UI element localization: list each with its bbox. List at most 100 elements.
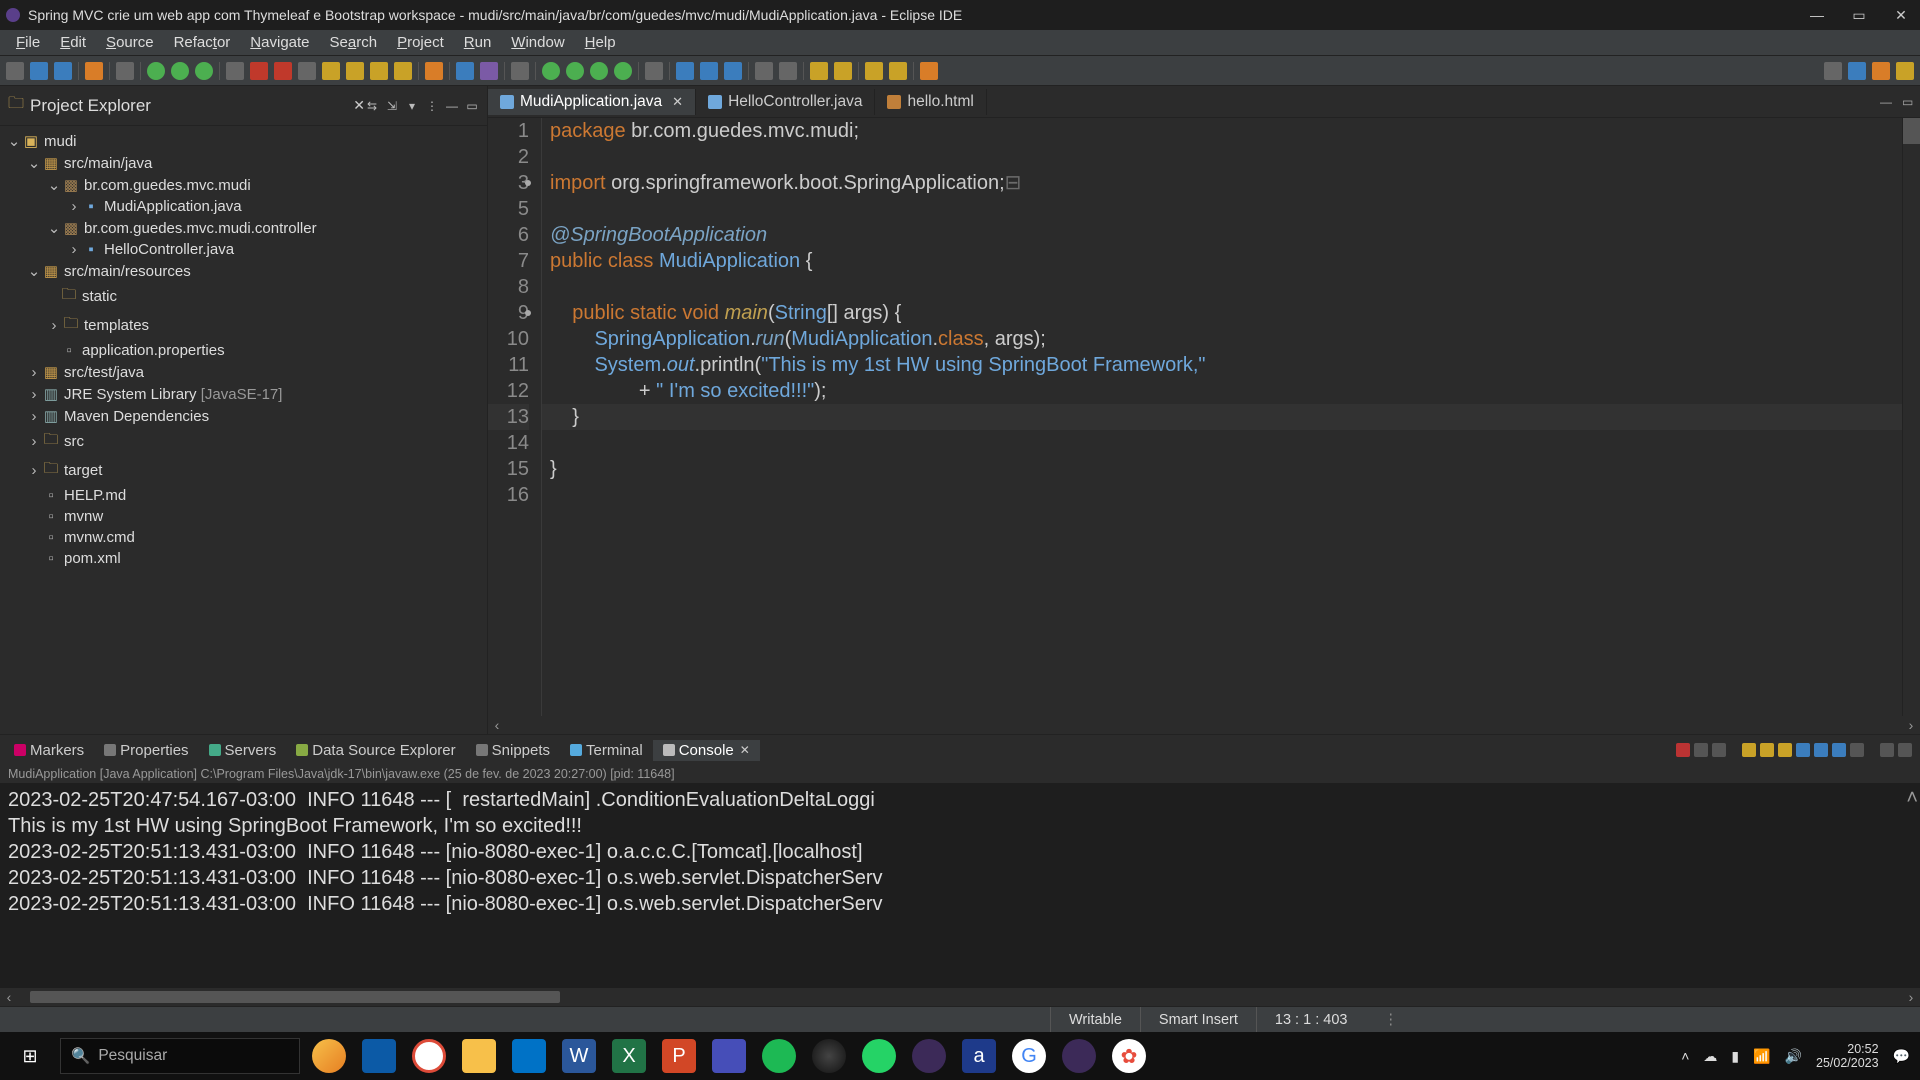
start-button[interactable]: ⊞	[0, 1046, 60, 1067]
save-all-icon[interactable]	[54, 62, 72, 80]
taskbar-app-word[interactable]: W	[562, 1039, 596, 1073]
tree-maven[interactable]: Maven Dependencies	[64, 408, 209, 425]
taskbar-app-obs[interactable]	[812, 1039, 846, 1073]
fold-marker-icon[interactable]	[525, 310, 531, 316]
remove-launch-icon[interactable]	[1694, 743, 1708, 757]
tray-wifi-icon[interactable]: 📶	[1753, 1048, 1770, 1065]
project-tree[interactable]: ⌄▣mudi ⌄▦src/main/java ⌄▩br.com.guedes.m…	[0, 126, 487, 734]
tree-hellocontroller[interactable]: HelloController.java	[104, 241, 234, 258]
scroll-up-icon[interactable]: ˄	[1906, 785, 1918, 811]
clear-console-icon[interactable]	[1742, 743, 1756, 757]
save-icon[interactable]	[30, 62, 48, 80]
tree-package-controller[interactable]: br.com.guedes.mvc.mudi.controller	[84, 220, 317, 237]
pin-icon[interactable]	[920, 62, 938, 80]
new-file-icon[interactable]	[590, 62, 608, 80]
prev-annotation-icon[interactable]	[755, 62, 773, 80]
tree-mvnw-cmd[interactable]: mvnw.cmd	[64, 529, 135, 546]
twisty-collapsed-icon[interactable]: ›	[26, 462, 42, 479]
switch-icon[interactable]	[85, 62, 103, 80]
scrollbar-thumb[interactable]	[30, 991, 560, 1003]
taskbar-app-powerpoint[interactable]: P	[662, 1039, 696, 1073]
twisty-collapsed-icon[interactable]: ›	[66, 241, 82, 258]
code-editor[interactable]: 1 2 3 5 6 7 8 9 10 11 12 13 14 15 16 pac…	[488, 118, 1920, 716]
tray-notifications-icon[interactable]: 💬	[1893, 1048, 1910, 1065]
search-tool-icon[interactable]	[645, 62, 663, 80]
step-return-icon[interactable]	[370, 62, 388, 80]
toggle-mark-icon[interactable]	[676, 62, 694, 80]
tree-src-main-resources[interactable]: src/main/resources	[64, 263, 191, 280]
tab-mudiapplication[interactable]: MudiApplication.java✕	[488, 89, 696, 115]
tab-hello-html[interactable]: hello.html	[875, 89, 986, 115]
scroll-left-icon[interactable]: ‹	[488, 717, 506, 733]
tab-servers[interactable]: Servers	[199, 740, 287, 761]
taskbar-app-teams[interactable]	[712, 1039, 746, 1073]
drop-frame-icon[interactable]	[394, 62, 412, 80]
twisty-collapsed-icon[interactable]: ›	[66, 198, 82, 215]
perspective-java-icon[interactable]	[1848, 62, 1866, 80]
scroll-left-icon[interactable]: ‹	[0, 989, 18, 1005]
taskbar-app-generic[interactable]: a	[962, 1039, 996, 1073]
twisty-collapsed-icon[interactable]: ›	[26, 408, 42, 425]
close-tab-icon[interactable]: ✕	[672, 94, 683, 110]
minimize-bottom-icon[interactable]	[1880, 743, 1894, 757]
step-over-icon[interactable]	[346, 62, 364, 80]
scroll-right-icon[interactable]: ›	[1902, 717, 1920, 733]
scroll-lock-icon[interactable]	[1760, 743, 1774, 757]
taskbar-app-spotify[interactable]	[762, 1039, 796, 1073]
close-tab-icon[interactable]: ✕	[740, 743, 750, 757]
menu-search[interactable]: Search	[320, 32, 388, 53]
taskbar-clock[interactable]: 20:52 25/02/2023	[1816, 1042, 1879, 1070]
menu-run[interactable]: Run	[454, 32, 502, 53]
last-edit-icon[interactable]	[865, 62, 883, 80]
run-icon[interactable]	[171, 62, 189, 80]
coverage-icon[interactable]	[195, 62, 213, 80]
tree-pom-xml[interactable]: pom.xml	[64, 550, 121, 567]
tree-package-mudi[interactable]: br.com.guedes.mvc.mudi	[84, 177, 251, 194]
suspend-icon[interactable]	[250, 62, 268, 80]
new-class-icon[interactable]	[480, 62, 498, 80]
word-wrap-icon[interactable]	[1778, 743, 1792, 757]
console-menu-icon[interactable]	[1850, 743, 1864, 757]
forward-icon[interactable]	[834, 62, 852, 80]
twisty-collapsed-icon[interactable]: ›	[46, 317, 62, 334]
taskbar-app-assistant[interactable]	[312, 1039, 346, 1073]
menu-navigate[interactable]: Navigate	[240, 32, 319, 53]
tray-battery-icon[interactable]: ▮	[1731, 1048, 1739, 1065]
tray-chevron-icon[interactable]: ˄	[1681, 1048, 1689, 1064]
view-menu-icon[interactable]: ⋮	[425, 99, 439, 113]
new-plugin-icon[interactable]	[542, 62, 560, 80]
tree-jre[interactable]: JRE System Library [JavaSE-17]	[64, 386, 282, 403]
terminate-button-icon[interactable]	[1676, 743, 1690, 757]
new-folder-icon[interactable]	[614, 62, 632, 80]
open-console-icon[interactable]	[1832, 743, 1846, 757]
resume-icon[interactable]	[226, 62, 244, 80]
taskbar-app-whatsapp[interactable]	[862, 1039, 896, 1073]
perspective-other-icon[interactable]	[1896, 62, 1914, 80]
filter-icon[interactable]: ▾	[405, 99, 419, 113]
taskbar-search[interactable]: 🔍 Pesquisar	[60, 1038, 300, 1074]
taskbar-app-eclipse[interactable]	[912, 1039, 946, 1073]
status-overflow-icon[interactable]: ⋮	[1365, 1012, 1418, 1028]
next-annotation-icon[interactable]	[779, 62, 797, 80]
tree-mudiapplication[interactable]: MudiApplication.java	[104, 198, 242, 215]
tab-properties[interactable]: Properties	[94, 740, 198, 761]
tab-terminal[interactable]: Terminal	[560, 740, 653, 761]
tab-markers[interactable]: Markers	[4, 740, 94, 761]
console-output[interactable]: ˄2023-02-25T20:47:54.167-03:00 INFO 1164…	[0, 783, 1920, 988]
terminate-icon[interactable]	[274, 62, 292, 80]
tree-target[interactable]: target	[64, 462, 102, 479]
editor-minimize-icon[interactable]: —	[1880, 95, 1894, 109]
display-selected-icon[interactable]	[1814, 743, 1828, 757]
menu-help[interactable]: Help	[575, 32, 626, 53]
window-maximize-button[interactable]: ▭	[1852, 8, 1866, 22]
new-pkg-icon[interactable]	[456, 62, 474, 80]
editor-vertical-scrollbar[interactable]	[1902, 118, 1920, 716]
twisty-collapsed-icon[interactable]: ›	[26, 386, 42, 403]
tree-application-properties[interactable]: application.properties	[82, 342, 225, 359]
step-into-icon[interactable]	[322, 62, 340, 80]
tray-onedrive-icon[interactable]: ☁	[1703, 1048, 1717, 1065]
twisty-collapsed-icon[interactable]: ›	[26, 364, 42, 381]
taskbar-app-edge[interactable]	[362, 1039, 396, 1073]
menu-refactor[interactable]: Refactor	[164, 32, 241, 53]
open-type-icon[interactable]	[511, 62, 529, 80]
